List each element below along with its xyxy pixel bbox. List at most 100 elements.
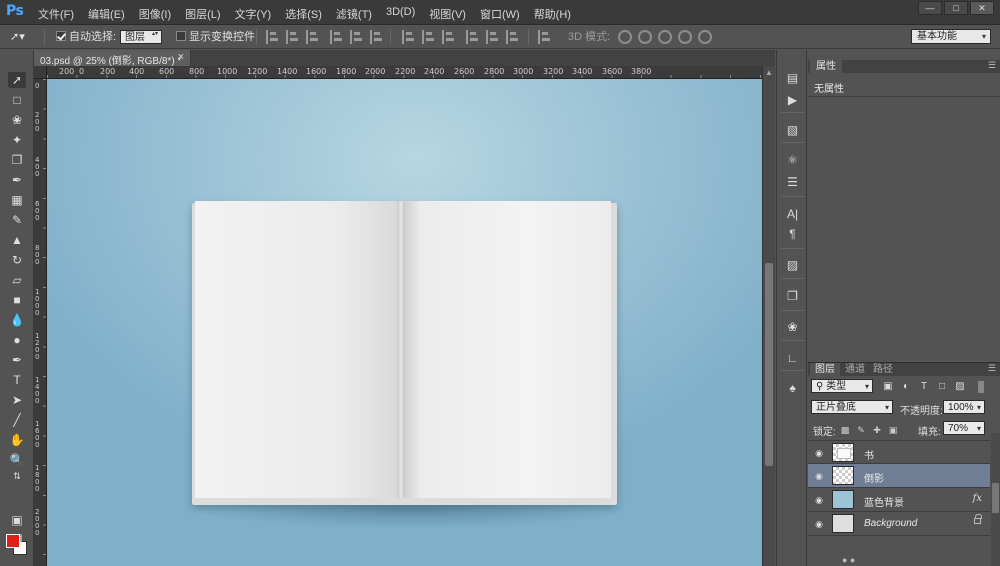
3d-scale-icon[interactable] bbox=[698, 30, 712, 44]
quick-mask-icon[interactable]: ▣ bbox=[8, 512, 26, 528]
menu-type[interactable]: 文字(Y) bbox=[235, 6, 272, 22]
filter-toggle-icon[interactable] bbox=[978, 381, 984, 393]
distribute-top-icon[interactable] bbox=[402, 30, 414, 44]
line-tool-icon[interactable]: ╱ bbox=[8, 412, 26, 428]
brush-panel-icon[interactable]: ⚛ bbox=[784, 152, 801, 168]
eyedropper-tool-icon[interactable]: ✒ bbox=[8, 172, 26, 188]
path-selection-tool-icon[interactable]: ➤ bbox=[8, 392, 26, 408]
3d-slide-icon[interactable] bbox=[678, 30, 692, 44]
lock-all-icon[interactable]: ▣ bbox=[888, 425, 898, 435]
minimize-icon[interactable]: — bbox=[918, 1, 942, 15]
swap-colors-icon[interactable]: ⇅ bbox=[8, 468, 26, 484]
brush-tool-icon[interactable]: ✎ bbox=[8, 212, 26, 228]
scrollbar-thumb[interactable] bbox=[765, 263, 773, 466]
auto-select-checkbox[interactable]: 自动选择: bbox=[56, 29, 116, 45]
layer-effects-icon[interactable]: fx bbox=[973, 493, 982, 504]
scrollbar-thumb[interactable] bbox=[992, 483, 999, 513]
layer-filter-dropdown[interactable]: ⚲ 类型 ▾ bbox=[811, 379, 873, 393]
align-hcenter-icon[interactable] bbox=[350, 30, 362, 44]
3d-roll-icon[interactable] bbox=[638, 30, 652, 44]
dodge-tool-icon[interactable]: ● bbox=[8, 332, 26, 348]
healing-brush-tool-icon[interactable]: ▦ bbox=[8, 192, 26, 208]
align-top-icon[interactable] bbox=[266, 30, 278, 44]
distribute-vcenter-icon[interactable] bbox=[422, 30, 434, 44]
opacity-input[interactable]: 100% ▾ bbox=[943, 400, 985, 414]
close-icon[interactable]: × bbox=[178, 51, 184, 63]
scroll-up-icon[interactable]: ▲ bbox=[764, 68, 774, 78]
3d-pan-icon[interactable] bbox=[658, 30, 672, 44]
fill-input[interactable]: 70% ▾ bbox=[943, 421, 985, 435]
tool-presets-icon[interactable]: ▨ bbox=[784, 257, 801, 273]
distribute-right-icon[interactable] bbox=[506, 30, 518, 44]
eye-icon[interactable]: ◉ bbox=[813, 447, 825, 459]
move-tool-icon[interactable]: ➚ bbox=[8, 72, 26, 88]
move-tool-preset-icon[interactable]: ➚▾ bbox=[10, 29, 25, 45]
info-panel-icon[interactable]: ▧ bbox=[784, 122, 801, 138]
eraser-tool-icon[interactable]: ▱ bbox=[8, 272, 26, 288]
restore-icon[interactable]: □ bbox=[944, 1, 968, 15]
vertical-ruler[interactable]: 0 200 400 600 800 1000 1200 1400 1600 18… bbox=[34, 79, 47, 566]
menu-filter[interactable]: 滤镜(T) bbox=[336, 6, 372, 22]
marquee-tool-icon[interactable]: □ bbox=[8, 92, 26, 108]
tab-layers[interactable]: 图层 bbox=[810, 363, 840, 377]
shapes-panel-icon[interactable]: ❀ bbox=[784, 319, 801, 335]
gradient-tool-icon[interactable]: ■ bbox=[8, 292, 26, 308]
crop-panel-icon[interactable]: ❐ bbox=[784, 288, 801, 304]
panel-menu-icon[interactable]: ☰ bbox=[988, 60, 996, 71]
workspace-switcher[interactable]: 基本功能 bbox=[911, 29, 991, 44]
menu-view[interactable]: 视图(V) bbox=[429, 6, 466, 22]
foreground-color-swatch[interactable] bbox=[6, 534, 20, 548]
layer-row[interactable]: ◉ 书 bbox=[808, 440, 990, 464]
menu-select[interactable]: 选择(S) bbox=[285, 6, 322, 22]
menu-image[interactable]: 图像(I) bbox=[139, 6, 171, 22]
magic-wand-tool-icon[interactable]: ✦ bbox=[8, 132, 26, 148]
menu-3d[interactable]: 3D(D) bbox=[386, 6, 415, 22]
history-panel-icon[interactable]: ▤ bbox=[784, 70, 801, 86]
tab-properties[interactable]: 属性 bbox=[810, 60, 842, 73]
auto-select-dropdown[interactable]: 图层 bbox=[120, 29, 162, 45]
ruler-origin[interactable] bbox=[34, 66, 47, 79]
eye-icon[interactable]: ◉ bbox=[813, 518, 825, 530]
align-left-icon[interactable] bbox=[330, 30, 342, 44]
character-panel-icon[interactable]: A| bbox=[784, 206, 801, 222]
panel-menu-icon[interactable]: ☰ bbox=[988, 363, 996, 374]
clone-source-panel-icon[interactable]: ♠ bbox=[784, 380, 801, 396]
document-canvas[interactable] bbox=[47, 79, 762, 566]
zoom-tool-icon[interactable]: 🔍 bbox=[8, 452, 26, 468]
menu-edit[interactable]: 编辑(E) bbox=[88, 6, 125, 22]
clone-stamp-tool-icon[interactable]: ▲ bbox=[8, 232, 26, 248]
filter-shape-icon[interactable]: □ bbox=[936, 381, 948, 393]
distribute-hcenter-icon[interactable] bbox=[486, 30, 498, 44]
tab-channels[interactable]: 通道 bbox=[840, 363, 870, 377]
align-vcenter-icon[interactable] bbox=[286, 30, 298, 44]
align-right-icon[interactable] bbox=[370, 30, 382, 44]
lock-position-icon[interactable]: ✚ bbox=[872, 425, 882, 435]
layer-row[interactable]: ◉ 蓝色背景 fx bbox=[808, 488, 990, 512]
distribute-bottom-icon[interactable] bbox=[442, 30, 454, 44]
close-icon[interactable]: ✕ bbox=[970, 1, 994, 15]
horizontal-ruler[interactable]: 200 0 200 400 600 800 1000 1200 1400 160… bbox=[47, 66, 762, 79]
blend-mode-dropdown[interactable]: 正片叠底 ▾ bbox=[811, 400, 893, 414]
menu-help[interactable]: 帮助(H) bbox=[534, 6, 571, 22]
history-brush-tool-icon[interactable]: ↻ bbox=[8, 252, 26, 268]
menu-window[interactable]: 窗口(W) bbox=[480, 6, 520, 22]
menu-layer[interactable]: 图层(L) bbox=[185, 6, 220, 22]
crop-tool-icon[interactable]: ❐ bbox=[8, 152, 26, 168]
type-tool-icon[interactable]: T bbox=[8, 372, 26, 388]
lasso-tool-icon[interactable]: ❀ bbox=[8, 112, 26, 128]
lock-image-icon[interactable]: ✎ bbox=[856, 425, 866, 435]
3d-rotate-icon[interactable] bbox=[618, 30, 632, 44]
filter-adjustment-icon[interactable]: ◐ bbox=[900, 381, 912, 393]
align-bottom-icon[interactable] bbox=[306, 30, 318, 44]
filter-smart-object-icon[interactable]: ▨ bbox=[954, 381, 966, 393]
document-tab[interactable]: 03.psd @ 25% (倒影, RGB/8*) * × bbox=[34, 50, 191, 67]
paragraph-panel-icon[interactable]: ¶ bbox=[784, 226, 801, 242]
filter-type-icon[interactable]: T bbox=[918, 381, 930, 393]
pen-tool-icon[interactable]: ✒ bbox=[8, 352, 26, 368]
layers-scrollbar[interactable] bbox=[991, 433, 1000, 566]
filter-pixel-icon[interactable]: ▣ bbox=[882, 381, 894, 393]
auto-align-icon[interactable] bbox=[538, 30, 550, 44]
menu-file[interactable]: 文件(F) bbox=[38, 6, 74, 22]
show-transform-checkbox[interactable]: 显示变换控件 bbox=[176, 29, 255, 45]
measurement-panel-icon[interactable]: ∟ bbox=[784, 350, 801, 366]
